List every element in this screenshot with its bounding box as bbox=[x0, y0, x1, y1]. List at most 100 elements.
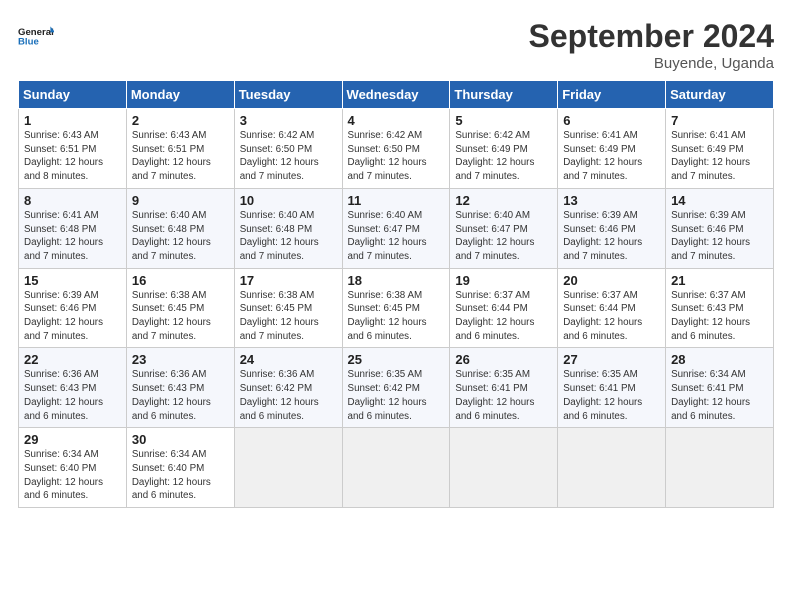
col-header-monday: Monday bbox=[126, 81, 234, 109]
col-header-thursday: Thursday bbox=[450, 81, 558, 109]
day-number: 27 bbox=[563, 352, 661, 367]
day-number: 20 bbox=[563, 273, 661, 288]
day-info: Sunrise: 6:38 AMSunset: 6:45 PMDaylight:… bbox=[132, 289, 230, 344]
page: General Blue September 2024 Buyende, Uga… bbox=[0, 0, 792, 612]
logo: General Blue bbox=[18, 18, 54, 54]
day-number: 10 bbox=[240, 193, 338, 208]
calendar-cell bbox=[558, 428, 666, 508]
calendar-cell: 17Sunrise: 6:38 AMSunset: 6:45 PMDayligh… bbox=[234, 268, 342, 348]
day-number: 4 bbox=[348, 113, 446, 128]
calendar-cell: 29Sunrise: 6:34 AMSunset: 6:40 PMDayligh… bbox=[19, 428, 127, 508]
day-info: Sunrise: 6:38 AMSunset: 6:45 PMDaylight:… bbox=[348, 289, 446, 344]
calendar-cell: 1Sunrise: 6:43 AMSunset: 6:51 PMDaylight… bbox=[19, 109, 127, 189]
main-title: September 2024 bbox=[529, 18, 774, 55]
day-info: Sunrise: 6:35 AMSunset: 6:41 PMDaylight:… bbox=[455, 368, 553, 423]
svg-text:Blue: Blue bbox=[18, 36, 39, 47]
col-header-wednesday: Wednesday bbox=[342, 81, 450, 109]
day-number: 25 bbox=[348, 352, 446, 367]
day-info: Sunrise: 6:37 AMSunset: 6:44 PMDaylight:… bbox=[563, 289, 661, 344]
day-info: Sunrise: 6:39 AMSunset: 6:46 PMDaylight:… bbox=[24, 289, 122, 344]
day-number: 22 bbox=[24, 352, 122, 367]
calendar-cell: 21Sunrise: 6:37 AMSunset: 6:43 PMDayligh… bbox=[666, 268, 774, 348]
calendar-cell: 2Sunrise: 6:43 AMSunset: 6:51 PMDaylight… bbox=[126, 109, 234, 189]
subtitle: Buyende, Uganda bbox=[529, 55, 774, 72]
col-header-tuesday: Tuesday bbox=[234, 81, 342, 109]
calendar-cell: 20Sunrise: 6:37 AMSunset: 6:44 PMDayligh… bbox=[558, 268, 666, 348]
day-number: 13 bbox=[563, 193, 661, 208]
day-number: 5 bbox=[455, 113, 553, 128]
day-number: 3 bbox=[240, 113, 338, 128]
calendar-cell: 9Sunrise: 6:40 AMSunset: 6:48 PMDaylight… bbox=[126, 188, 234, 268]
day-info: Sunrise: 6:42 AMSunset: 6:49 PMDaylight:… bbox=[455, 129, 553, 184]
day-info: Sunrise: 6:36 AMSunset: 6:43 PMDaylight:… bbox=[24, 368, 122, 423]
header-row: SundayMondayTuesdayWednesdayThursdayFrid… bbox=[19, 81, 774, 109]
col-header-friday: Friday bbox=[558, 81, 666, 109]
day-info: Sunrise: 6:40 AMSunset: 6:48 PMDaylight:… bbox=[240, 209, 338, 264]
day-info: Sunrise: 6:38 AMSunset: 6:45 PMDaylight:… bbox=[240, 289, 338, 344]
day-info: Sunrise: 6:37 AMSunset: 6:43 PMDaylight:… bbox=[671, 289, 769, 344]
calendar-cell: 10Sunrise: 6:40 AMSunset: 6:48 PMDayligh… bbox=[234, 188, 342, 268]
day-info: Sunrise: 6:37 AMSunset: 6:44 PMDaylight:… bbox=[455, 289, 553, 344]
calendar-cell: 14Sunrise: 6:39 AMSunset: 6:46 PMDayligh… bbox=[666, 188, 774, 268]
calendar-cell: 28Sunrise: 6:34 AMSunset: 6:41 PMDayligh… bbox=[666, 348, 774, 428]
day-info: Sunrise: 6:35 AMSunset: 6:41 PMDaylight:… bbox=[563, 368, 661, 423]
calendar-cell bbox=[342, 428, 450, 508]
calendar-cell: 22Sunrise: 6:36 AMSunset: 6:43 PMDayligh… bbox=[19, 348, 127, 428]
day-number: 7 bbox=[671, 113, 769, 128]
week-row-2: 8Sunrise: 6:41 AMSunset: 6:48 PMDaylight… bbox=[19, 188, 774, 268]
day-number: 6 bbox=[563, 113, 661, 128]
day-number: 18 bbox=[348, 273, 446, 288]
day-info: Sunrise: 6:36 AMSunset: 6:43 PMDaylight:… bbox=[132, 368, 230, 423]
day-info: Sunrise: 6:34 AMSunset: 6:41 PMDaylight:… bbox=[671, 368, 769, 423]
calendar-cell: 23Sunrise: 6:36 AMSunset: 6:43 PMDayligh… bbox=[126, 348, 234, 428]
calendar-cell bbox=[666, 428, 774, 508]
calendar-cell: 24Sunrise: 6:36 AMSunset: 6:42 PMDayligh… bbox=[234, 348, 342, 428]
calendar-cell: 4Sunrise: 6:42 AMSunset: 6:50 PMDaylight… bbox=[342, 109, 450, 189]
day-number: 19 bbox=[455, 273, 553, 288]
day-info: Sunrise: 6:40 AMSunset: 6:48 PMDaylight:… bbox=[132, 209, 230, 264]
day-number: 2 bbox=[132, 113, 230, 128]
day-info: Sunrise: 6:41 AMSunset: 6:48 PMDaylight:… bbox=[24, 209, 122, 264]
calendar-cell: 18Sunrise: 6:38 AMSunset: 6:45 PMDayligh… bbox=[342, 268, 450, 348]
day-info: Sunrise: 6:34 AMSunset: 6:40 PMDaylight:… bbox=[132, 448, 230, 503]
calendar-cell: 5Sunrise: 6:42 AMSunset: 6:49 PMDaylight… bbox=[450, 109, 558, 189]
day-number: 28 bbox=[671, 352, 769, 367]
day-number: 29 bbox=[24, 432, 122, 447]
day-info: Sunrise: 6:42 AMSunset: 6:50 PMDaylight:… bbox=[240, 129, 338, 184]
calendar-cell: 19Sunrise: 6:37 AMSunset: 6:44 PMDayligh… bbox=[450, 268, 558, 348]
calendar-cell: 27Sunrise: 6:35 AMSunset: 6:41 PMDayligh… bbox=[558, 348, 666, 428]
day-info: Sunrise: 6:40 AMSunset: 6:47 PMDaylight:… bbox=[455, 209, 553, 264]
calendar-cell: 13Sunrise: 6:39 AMSunset: 6:46 PMDayligh… bbox=[558, 188, 666, 268]
day-number: 14 bbox=[671, 193, 769, 208]
day-info: Sunrise: 6:34 AMSunset: 6:40 PMDaylight:… bbox=[24, 448, 122, 503]
day-info: Sunrise: 6:43 AMSunset: 6:51 PMDaylight:… bbox=[132, 129, 230, 184]
title-block: September 2024 Buyende, Uganda bbox=[529, 18, 774, 72]
calendar-cell: 8Sunrise: 6:41 AMSunset: 6:48 PMDaylight… bbox=[19, 188, 127, 268]
day-number: 24 bbox=[240, 352, 338, 367]
day-info: Sunrise: 6:39 AMSunset: 6:46 PMDaylight:… bbox=[563, 209, 661, 264]
calendar-cell: 11Sunrise: 6:40 AMSunset: 6:47 PMDayligh… bbox=[342, 188, 450, 268]
day-info: Sunrise: 6:41 AMSunset: 6:49 PMDaylight:… bbox=[671, 129, 769, 184]
header: General Blue September 2024 Buyende, Uga… bbox=[18, 18, 774, 72]
day-number: 17 bbox=[240, 273, 338, 288]
week-row-4: 22Sunrise: 6:36 AMSunset: 6:43 PMDayligh… bbox=[19, 348, 774, 428]
day-number: 30 bbox=[132, 432, 230, 447]
day-number: 21 bbox=[671, 273, 769, 288]
day-number: 1 bbox=[24, 113, 122, 128]
calendar-cell: 26Sunrise: 6:35 AMSunset: 6:41 PMDayligh… bbox=[450, 348, 558, 428]
day-number: 12 bbox=[455, 193, 553, 208]
calendar-cell bbox=[450, 428, 558, 508]
day-info: Sunrise: 6:42 AMSunset: 6:50 PMDaylight:… bbox=[348, 129, 446, 184]
day-number: 8 bbox=[24, 193, 122, 208]
day-info: Sunrise: 6:39 AMSunset: 6:46 PMDaylight:… bbox=[671, 209, 769, 264]
day-number: 9 bbox=[132, 193, 230, 208]
day-info: Sunrise: 6:40 AMSunset: 6:47 PMDaylight:… bbox=[348, 209, 446, 264]
week-row-1: 1Sunrise: 6:43 AMSunset: 6:51 PMDaylight… bbox=[19, 109, 774, 189]
calendar-cell: 12Sunrise: 6:40 AMSunset: 6:47 PMDayligh… bbox=[450, 188, 558, 268]
day-number: 11 bbox=[348, 193, 446, 208]
calendar-cell: 15Sunrise: 6:39 AMSunset: 6:46 PMDayligh… bbox=[19, 268, 127, 348]
calendar-cell: 7Sunrise: 6:41 AMSunset: 6:49 PMDaylight… bbox=[666, 109, 774, 189]
day-info: Sunrise: 6:43 AMSunset: 6:51 PMDaylight:… bbox=[24, 129, 122, 184]
calendar-cell: 16Sunrise: 6:38 AMSunset: 6:45 PMDayligh… bbox=[126, 268, 234, 348]
week-row-3: 15Sunrise: 6:39 AMSunset: 6:46 PMDayligh… bbox=[19, 268, 774, 348]
